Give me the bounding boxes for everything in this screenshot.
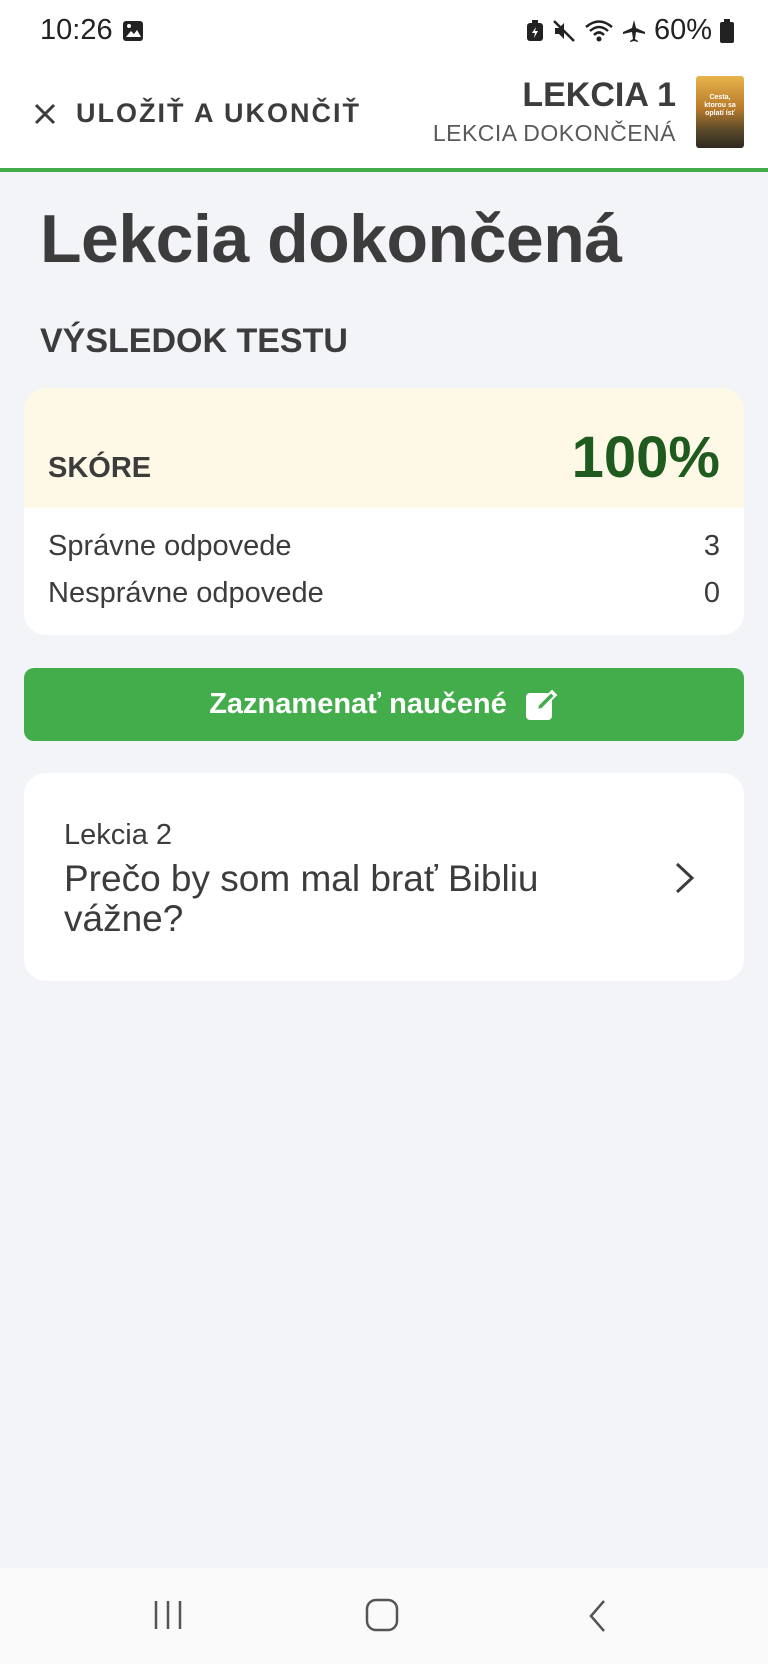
test-result-heading: VÝSLEDOK TESTU — [40, 322, 348, 360]
battery-saver-icon — [526, 19, 544, 42]
mute-icon — [552, 19, 576, 43]
score-label: SKÓRE — [48, 452, 152, 484]
chevron-right-icon — [674, 861, 696, 900]
home-icon[interactable] — [364, 1598, 400, 1637]
course-thumbnail: Cesta, ktorou sa oplatí ísť — [696, 76, 744, 148]
battery-icon — [720, 18, 734, 43]
score-value: 100% — [571, 425, 720, 490]
edit-note-icon — [507, 688, 559, 722]
thumbnail-text: Cesta, ktorou sa oplatí ísť — [704, 94, 736, 117]
next-lesson-card[interactable]: Lekcia 2 Prečo by som mal brať Bibliu vá… — [24, 773, 744, 981]
next-lesson-title: Prečo by som mal brať Bibliu vážne? — [64, 858, 539, 939]
lesson-title: LEKCIA 1 — [522, 76, 676, 114]
status-time: 10:26 — [40, 14, 113, 46]
status-bar: 10:26 60% — [0, 0, 768, 64]
gallery-icon — [122, 20, 144, 42]
incorrect-answers-label: Nesprávne odpovede — [48, 577, 324, 609]
correct-answers-label: Správne odpovede — [48, 530, 292, 562]
incorrect-answers-row: Nesprávne odpovede 0 — [48, 577, 720, 610]
save-and-exit-label: ULOŽIŤ A UKONČIŤ — [76, 98, 361, 128]
back-icon[interactable] — [586, 1598, 610, 1639]
recent-apps-icon[interactable] — [150, 1598, 186, 1637]
next-lesson-number: Lekcia 2 — [64, 819, 173, 851]
save-and-exit-button[interactable]: ULOŽIŤ A UKONČIŤ — [34, 98, 361, 129]
wifi-icon — [584, 19, 614, 43]
score-highlight: SKÓRE 100% — [24, 388, 744, 508]
record-learned-label: Zaznamenať naučené — [209, 688, 507, 720]
lesson-status: LEKCIA DOKONČENÁ — [432, 120, 676, 146]
score-card: SKÓRE 100% Správne odpovede 3 Nesprávne … — [24, 388, 744, 635]
system-nav-bar — [0, 1568, 768, 1664]
lesson-header: ULOŽIŤ A UKONČIŤ LEKCIA 1 LEKCIA DOKONČE… — [0, 64, 768, 172]
correct-answers-row: Správne odpovede 3 — [48, 530, 720, 563]
battery-percent: 60% — [653, 14, 712, 46]
page-title: Lekcia dokončená — [40, 201, 622, 277]
record-learned-button[interactable]: Zaznamenať naučené — [24, 668, 744, 741]
incorrect-answers-value: 0 — [703, 577, 720, 609]
close-icon — [34, 103, 56, 125]
correct-answers-value: 3 — [703, 530, 720, 562]
status-icons: 60% — [526, 14, 734, 47]
airplane-icon — [622, 19, 646, 43]
